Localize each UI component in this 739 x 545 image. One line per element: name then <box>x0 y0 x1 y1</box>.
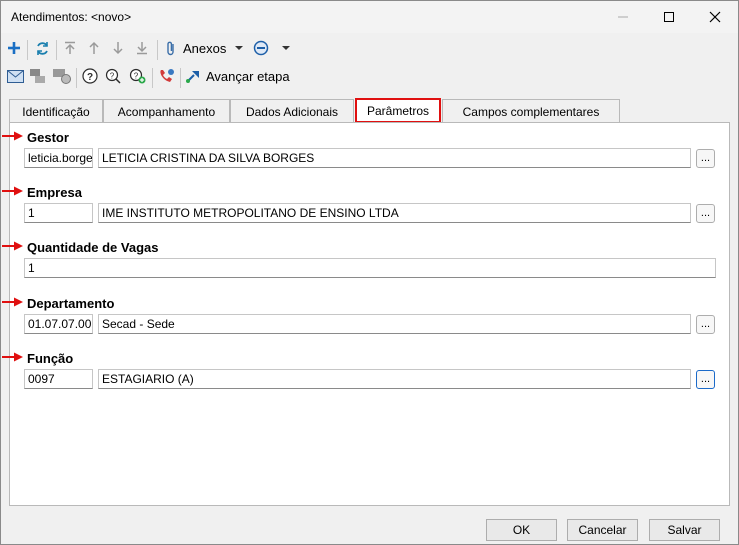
avancar-etapa-label: Avançar etapa <box>206 68 290 84</box>
email-button[interactable] <box>5 65 25 87</box>
tab-identificacao[interactable]: Identificação <box>9 99 103 123</box>
departamento-name-input[interactable]: Secad - Sede <box>98 314 691 334</box>
minimize-button[interactable] <box>600 1 646 33</box>
add-button[interactable] <box>5 37 23 59</box>
anexos-button[interactable]: Anexos <box>165 37 249 59</box>
next-record-button[interactable] <box>109 37 127 59</box>
refresh-button[interactable] <box>32 37 52 59</box>
phone-icon <box>160 69 174 82</box>
gestor-label: Gestor <box>27 130 69 145</box>
red-arrow-icon <box>2 131 23 141</box>
search-plus-icon: ? <box>105 68 121 84</box>
empresa-code-input[interactable]: 1 <box>24 203 93 223</box>
refresh-icon <box>36 41 48 55</box>
contact-button[interactable] <box>157 65 177 87</box>
forward-button[interactable] <box>28 65 48 87</box>
svg-text:?: ? <box>134 72 139 81</box>
tab-acompanhamento[interactable]: Acompanhamento <box>103 99 230 123</box>
toolbar-separator <box>157 40 158 60</box>
svg-text:?: ? <box>110 72 115 81</box>
empresa-lookup-button[interactable]: ... <box>696 204 715 223</box>
avancar-etapa-button[interactable]: Avançar etapa <box>185 65 295 87</box>
funcao-lookup-button[interactable]: ... <box>696 370 715 389</box>
tab-campos-complementares[interactable]: Campos complementares <box>442 99 620 123</box>
funcao-code-input[interactable]: 0097 <box>24 369 93 389</box>
maximize-button[interactable] <box>646 1 692 33</box>
ok-button[interactable]: OK <box>486 519 557 541</box>
search-new-icon: ? <box>129 68 146 84</box>
envelope-icon <box>6 69 24 83</box>
arrow-down-icon <box>113 42 123 55</box>
save-button[interactable]: Salvar <box>649 519 720 541</box>
vagas-input[interactable]: 1 <box>24 258 716 278</box>
secondary-toolbar: ? ? ? Avançar etapa <box>1 65 738 91</box>
search-new-button[interactable]: ? <box>128 65 148 87</box>
red-arrow-icon <box>2 241 23 251</box>
red-arrow-icon <box>2 352 23 362</box>
arrow-top-icon <box>65 41 75 54</box>
parametros-panel: Gestor leticia.borges LETICIA CRISTINA D… <box>2 122 730 506</box>
plus-icon <box>8 42 20 54</box>
empresa-label: Empresa <box>27 185 82 200</box>
funcao-name-input[interactable]: ESTAGIARIO (A) <box>98 369 691 389</box>
options-button[interactable] <box>253 37 297 59</box>
departamento-code-input[interactable]: 01.07.07.002 <box>24 314 93 334</box>
advance-step-icon <box>186 71 199 83</box>
red-arrow-icon <box>2 297 23 307</box>
transfer-button[interactable] <box>51 65 73 87</box>
minimize-icon <box>618 16 628 18</box>
toolbar-separator <box>180 68 181 88</box>
main-toolbar: Anexos <box>1 37 738 63</box>
close-button[interactable] <box>692 1 738 33</box>
title-bar: Atendimentos: <novo> <box>1 1 738 33</box>
dialog-window: Atendimentos: <novo> Anexos ? ? ? Avança… <box>0 0 739 545</box>
tab-dados-adicionais[interactable]: Dados Adicionais <box>230 99 354 123</box>
forward-icon <box>30 69 45 83</box>
gestor-code-input[interactable]: leticia.borges <box>24 148 93 168</box>
paperclip-icon <box>167 41 174 56</box>
maximize-icon <box>664 12 674 22</box>
search-add-button[interactable]: ? <box>104 65 124 87</box>
red-arrow-icon <box>2 186 23 196</box>
options-circle-icon <box>253 40 269 56</box>
tab-parametros[interactable]: Parâmetros <box>355 98 441 123</box>
help-icon: ? <box>82 68 98 84</box>
anexos-label: Anexos <box>183 40 227 56</box>
help-button[interactable]: ? <box>81 65 99 87</box>
chevron-down-icon <box>235 46 244 50</box>
arrow-up-icon <box>89 41 99 54</box>
toolbar-separator <box>152 68 153 88</box>
departamento-lookup-button[interactable]: ... <box>696 315 715 334</box>
toolbar-separator <box>56 40 57 60</box>
vagas-label: Quantidade de Vagas <box>27 240 159 255</box>
chevron-down-icon <box>282 46 290 50</box>
gestor-name-input[interactable]: LETICIA CRISTINA DA SILVA BORGES <box>98 148 691 168</box>
last-record-button[interactable] <box>133 37 151 59</box>
toolbar-separator <box>76 68 77 88</box>
arrow-bottom-icon <box>137 42 147 55</box>
svg-text:?: ? <box>87 72 93 83</box>
close-icon <box>709 11 721 23</box>
previous-record-button[interactable] <box>85 37 103 59</box>
departamento-label: Departamento <box>27 296 115 311</box>
window-title: Atendimentos: <novo> <box>11 10 132 24</box>
empresa-name-input[interactable]: IME INSTITUTO METROPOLITANO DE ENSINO LT… <box>98 203 691 223</box>
first-record-button[interactable] <box>61 37 79 59</box>
funcao-label: Função <box>27 351 74 366</box>
gestor-lookup-button[interactable]: ... <box>696 149 715 168</box>
toolbar-separator <box>27 40 28 60</box>
transfer-icon <box>53 69 71 84</box>
cancel-button[interactable]: Cancelar <box>567 519 638 541</box>
